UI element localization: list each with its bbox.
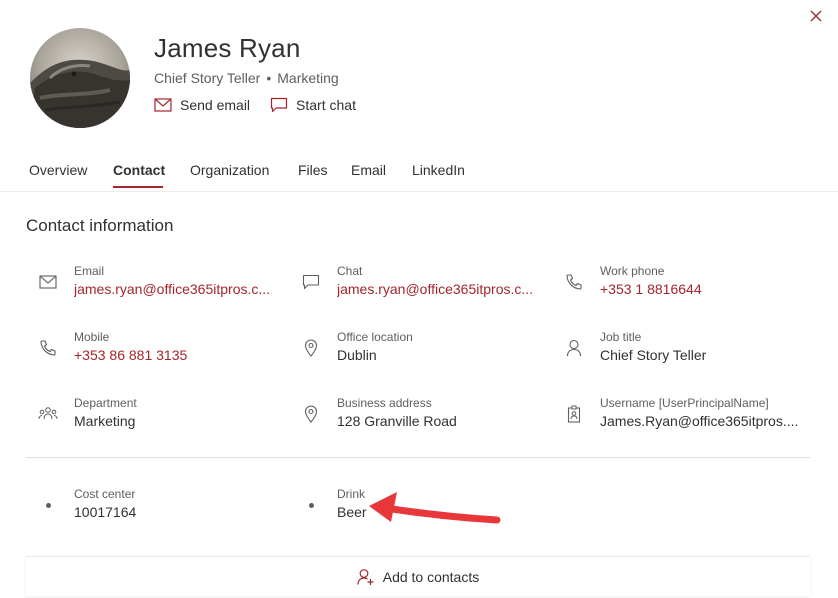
field-label: Business address — [337, 396, 432, 410]
field-label: Username [UserPrincipalName] — [600, 396, 769, 410]
people-icon — [36, 402, 60, 426]
field-label: Cost center — [74, 487, 136, 501]
field-label: Department — [74, 396, 137, 410]
work-phone-link[interactable]: +353 1 8816644 — [600, 281, 702, 297]
email-link[interactable]: james.ryan@office365itpros.c... — [74, 281, 270, 297]
tab-overview[interactable]: Overview — [29, 162, 87, 178]
profile-name: James Ryan — [154, 33, 301, 63]
location-icon — [299, 336, 323, 360]
profile-job-title: Chief Story Teller — [154, 70, 261, 86]
profile-department: Marketing — [277, 70, 339, 86]
tab-contact[interactable]: Contact — [113, 162, 165, 178]
section-title: Contact information — [26, 216, 174, 235]
add-person-icon — [357, 568, 374, 585]
separator: • — [266, 70, 272, 86]
drink-value: Beer — [337, 504, 367, 520]
profile-subtitle: Chief Story Teller • Marketing — [154, 70, 339, 86]
field-label: Drink — [337, 487, 366, 501]
active-tab-indicator — [113, 186, 163, 188]
business-address-value: 128 Granville Road — [337, 413, 457, 429]
field-work-phone: Work phone +353 1 8816644 — [562, 264, 802, 304]
mail-icon — [154, 98, 172, 112]
field-label: Job title — [600, 330, 642, 344]
field-job-title: Job title Chief Story Teller — [562, 330, 802, 370]
avatar — [30, 28, 130, 128]
field-mobile: Mobile +353 86 881 3135 — [36, 330, 276, 370]
field-label: Mobile — [74, 330, 110, 344]
chat-icon — [270, 97, 288, 113]
field-label: Chat — [337, 264, 363, 278]
profile-actions: Send email Start chat — [154, 97, 356, 113]
field-business-address: Business address 128 Granville Road — [299, 396, 539, 436]
badge-icon — [562, 402, 586, 426]
divider — [26, 457, 810, 458]
chat-link[interactable]: james.ryan@office365itpros.c... — [337, 281, 533, 297]
start-chat-button[interactable]: Start chat — [270, 97, 356, 113]
annotation-arrow-icon — [369, 492, 501, 524]
username-value: James.Ryan@office365itpros.... — [600, 413, 799, 429]
office-location-value: Dublin — [337, 347, 377, 363]
field-username: Username [UserPrincipalName] James.Ryan@… — [562, 396, 802, 436]
add-to-contacts-button[interactable]: Add to contacts — [26, 556, 810, 596]
field-label: Email — [74, 264, 105, 278]
field-label: Work phone — [600, 264, 665, 278]
field-department: Department Marketing — [36, 396, 276, 436]
avatar-photo — [30, 28, 130, 128]
add-to-contacts-label: Add to contacts — [382, 568, 480, 585]
field-chat: Chat james.ryan@office365itpros.c... — [299, 264, 539, 304]
field-cost-center: Cost center 10017164 — [36, 487, 276, 527]
send-email-button[interactable]: Send email — [154, 97, 250, 113]
cost-center-value: 10017164 — [74, 504, 137, 520]
field-office-location: Office location Dublin — [299, 330, 539, 370]
person-icon — [562, 336, 586, 360]
field-label: Office location — [337, 330, 413, 344]
tab-files[interactable]: Files — [298, 162, 328, 178]
phone-icon — [562, 270, 586, 294]
tab-email[interactable]: Email — [351, 162, 386, 178]
tab-organization[interactable]: Organization — [190, 162, 269, 178]
mobile-link[interactable]: +353 86 881 3135 — [74, 347, 187, 363]
send-email-label: Send email — [180, 97, 251, 113]
start-chat-label: Start chat — [296, 97, 356, 113]
profile-header: James Ryan Chief Story Teller • Marketing … — [0, 0, 838, 140]
location-icon — [299, 402, 323, 426]
bullet-icon — [36, 493, 60, 517]
bullet-icon — [299, 493, 323, 517]
job-title-value: Chief Story Teller — [600, 347, 707, 363]
tab-linkedin[interactable]: LinkedIn — [412, 162, 465, 178]
mail-icon — [36, 270, 60, 294]
phone-icon — [36, 336, 60, 360]
chat-icon — [299, 270, 323, 294]
department-value: Marketing — [74, 413, 136, 429]
field-email: Email james.ryan@office365itpros.c... — [36, 264, 276, 304]
